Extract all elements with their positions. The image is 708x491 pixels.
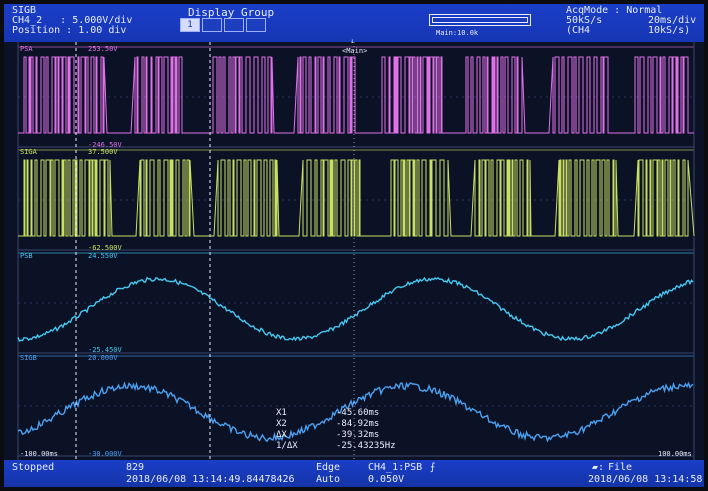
display-group-3[interactable] bbox=[224, 18, 244, 32]
psa-top-value: 253.50V bbox=[88, 45, 118, 53]
psa-label: PSA bbox=[20, 45, 33, 53]
trigger-level[interactable]: 0.050V bbox=[368, 474, 404, 485]
time-left-label: -100.00ms bbox=[20, 450, 58, 458]
zoom-label: Main:10.0k bbox=[436, 29, 479, 37]
psb-bottom-value: -25.450V bbox=[88, 346, 122, 354]
scope-screen: SIGB CH4_2 : 5.000V/div Position : 1.00 … bbox=[4, 4, 704, 487]
sigb-bottom-value: -30.000V bbox=[88, 450, 122, 458]
siga-bottom-value: -62.500V bbox=[88, 244, 122, 252]
channel-position[interactable]: Position : 1.00 div bbox=[12, 25, 126, 36]
trigger-mode[interactable]: Auto bbox=[316, 474, 340, 485]
cursor-row-x2: X2 -84.92ms bbox=[276, 419, 380, 429]
run-status[interactable]: Stopped bbox=[12, 462, 54, 473]
clock: 2018/06/08 13:14:58 bbox=[588, 474, 703, 485]
psa-trace bbox=[18, 56, 694, 134]
psb-top-value: 24.550V bbox=[88, 252, 118, 260]
display-group-selector[interactable]: 1 bbox=[180, 18, 266, 32]
trigger-timestamp: 2018/06/08 13:14:49.84478426 bbox=[126, 474, 295, 485]
file-icon[interactable]: ▰: bbox=[592, 462, 604, 473]
siga-label: SIGA bbox=[20, 148, 37, 156]
zoom-position-bar[interactable] bbox=[429, 14, 531, 26]
cursor-readout: X1 -45.60ms X2 -84.92ms ΔX -39.32ms 1/ΔX -25… bbox=[276, 408, 396, 452]
siga-trace bbox=[18, 159, 695, 237]
status-bar: Stopped 829 2018/06/08 13:14:49.84478426… bbox=[4, 460, 704, 487]
ref-channel-rate: 10kS/s) bbox=[648, 25, 691, 36]
display-group-2[interactable] bbox=[202, 18, 222, 32]
psb-trace bbox=[17, 276, 694, 342]
cursor-row-x1: X1 -45.60ms bbox=[276, 408, 380, 418]
cursor-row-dx: ΔX -39.32ms bbox=[276, 430, 380, 440]
sigb-label: SIGB bbox=[20, 354, 37, 362]
display-group-4[interactable] bbox=[246, 18, 266, 32]
sigb-top-value: 20.000V bbox=[88, 354, 118, 362]
siga-top-value: 37.500V bbox=[88, 148, 118, 156]
time-right-label: 100.00ms bbox=[658, 450, 692, 458]
trigger-source[interactable]: CH4_1:PSB bbox=[368, 462, 422, 473]
acquisition-count: 829 bbox=[126, 462, 145, 473]
display-group-1[interactable]: 1 bbox=[180, 18, 200, 32]
zoom-window bbox=[432, 17, 528, 23]
trigger-main-label: <Main> bbox=[342, 47, 368, 55]
psb-label: PSB bbox=[20, 252, 33, 260]
rising-edge-icon: ⨍ bbox=[430, 462, 436, 473]
trigger-position-icon[interactable]: ↓ bbox=[350, 37, 354, 45]
ref-channel: (CH4 bbox=[566, 25, 591, 36]
file-label[interactable]: File bbox=[608, 462, 632, 473]
cursor-row-inv-dx: 1/ΔX -25.43235Hz bbox=[276, 441, 396, 451]
trigger-type[interactable]: Edge bbox=[316, 462, 340, 473]
